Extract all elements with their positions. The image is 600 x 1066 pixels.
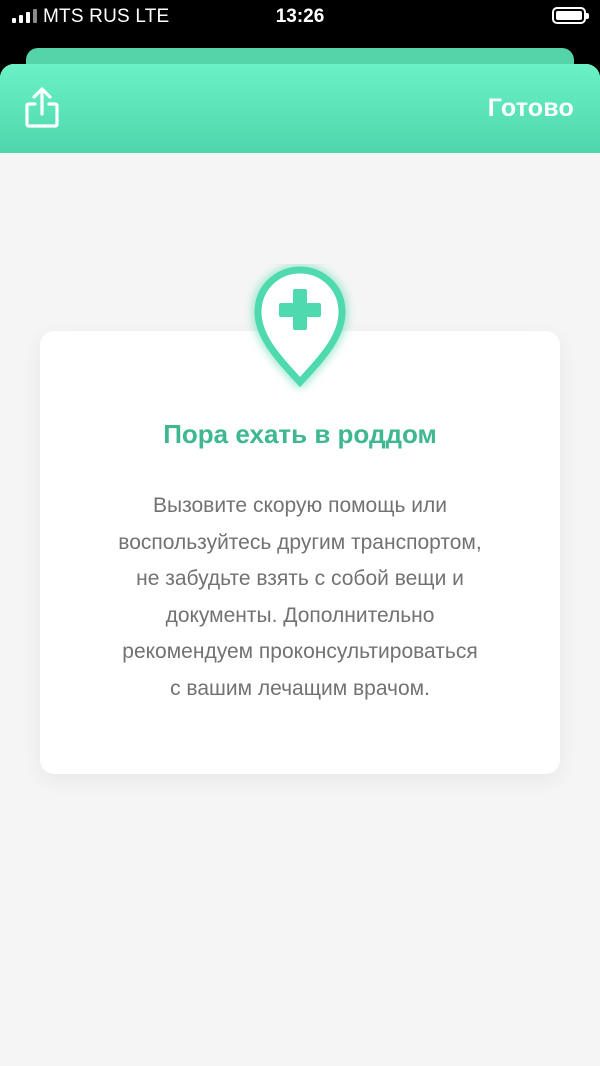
status-time: 13:26	[275, 6, 325, 27]
battery-icon	[552, 7, 589, 24]
share-button[interactable]	[22, 86, 62, 130]
share-icon	[25, 87, 59, 128]
modal-sheet: Готово Пора ехать в роддом Вызовите скор…	[0, 64, 600, 1066]
medical-location-pin-icon	[254, 266, 346, 388]
card-title: Пора ехать в роддом	[163, 419, 437, 449]
status-bar: MTS RUS LTE 13:26	[0, 0, 600, 34]
card-description: Вызовите скорую помощь или воспользуйтес…	[118, 494, 482, 700]
phone-screen: MTS RUS LTE 13:26 Готово Пора ехать в ро…	[0, 0, 600, 1066]
done-button[interactable]: Готово	[488, 94, 574, 123]
sheet-header: Готово	[0, 64, 600, 153]
